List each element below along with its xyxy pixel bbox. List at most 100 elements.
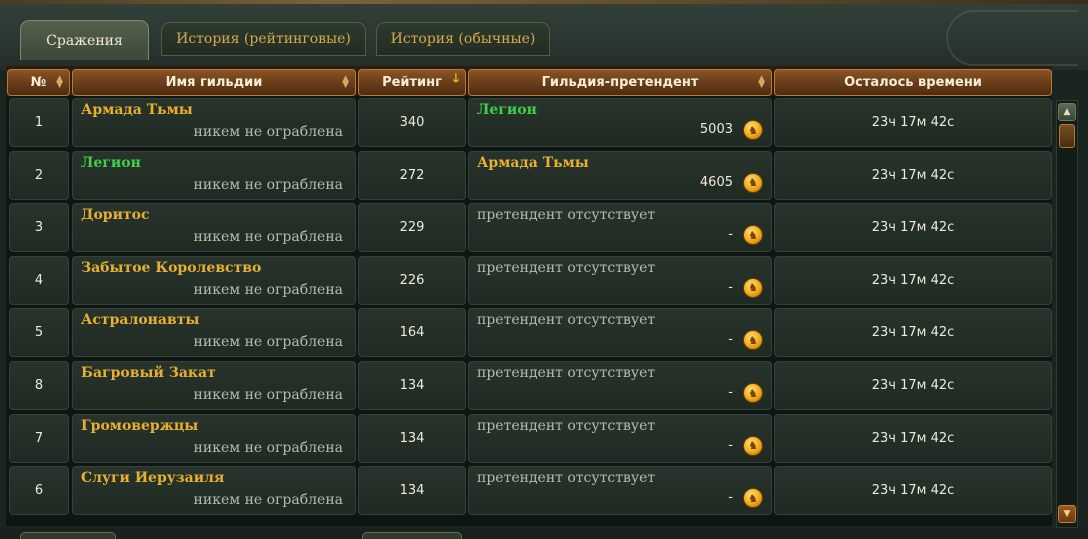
row-number: 3: [34, 220, 44, 236]
table-row[interactable]: 7 Громовержцы никем не ограблена 134 пре…: [6, 412, 1052, 463]
guild-name[interactable]: Легион: [81, 155, 141, 171]
bid-value: 4605: [699, 174, 733, 190]
robbed-status: никем не ограблена: [193, 334, 343, 351]
cell-guild: Забытое Королевство никем не ограблена: [72, 255, 356, 305]
header-rating-label: Рейтинг: [382, 75, 442, 90]
time-remaining: 23ч 17м 42с: [871, 378, 955, 393]
row-number: 6: [34, 483, 44, 499]
guild-name[interactable]: Громовержцы: [81, 418, 198, 434]
robbed-status: никем не ограблена: [193, 229, 343, 246]
rating-value: 272: [399, 167, 425, 183]
table-row[interactable]: 8 Багровый Закат никем не ограблена 134 …: [6, 359, 1052, 410]
cell-time: 23ч 17м 42с: [774, 413, 1052, 463]
scrollbar-thumb[interactable]: [1059, 124, 1075, 148]
sort-arrows-icon: ▲ ▼: [342, 74, 349, 90]
rating-value: 226: [399, 272, 425, 288]
cell-time: 23ч 17м 42с: [774, 361, 1052, 410]
row-number: 2: [34, 167, 44, 183]
guild-name[interactable]: Слуги Иерузаиля: [81, 470, 224, 486]
bid-value: -: [728, 332, 733, 348]
cell-num: 2: [9, 150, 69, 200]
tab-battles[interactable]: Сражения: [20, 20, 149, 60]
bid-value: -: [728, 279, 733, 295]
guild-name[interactable]: Астралонавты: [81, 312, 199, 328]
table-row[interactable]: 3 Доритос никем не ограблена 229 претенд…: [6, 201, 1052, 253]
gold-coin-icon[interactable]: ♞: [743, 277, 763, 298]
header-time[interactable]: Осталось времени: [774, 69, 1052, 96]
tab-history-rated[interactable]: История (рейтинговые): [161, 22, 366, 56]
cell-time: 23ч 17м 42с: [774, 150, 1052, 200]
time-remaining: 23ч 17м 42с: [871, 430, 955, 446]
table-row[interactable]: 6 Слуги Иерузаиля никем не ограблена 134…: [6, 464, 1052, 516]
challenger-name: претендент отсутствует: [477, 365, 656, 381]
cell-guild: Легион никем не ограблена: [72, 150, 356, 200]
bid-value: -: [728, 227, 733, 243]
header-challenger-label: Гильдия-претендент: [541, 75, 699, 90]
row-number: 4: [34, 272, 44, 288]
header-rating[interactable]: Рейтинг 🡓: [358, 69, 466, 96]
header-challenger[interactable]: Гильдия-претендент ▲ ▼: [468, 69, 772, 96]
cell-challenger: претендент отсутствует - ♞: [468, 308, 772, 358]
gold-coin-icon[interactable]: ♞: [743, 488, 763, 509]
window-bottom: [0, 528, 1088, 539]
cell-num: 1: [9, 98, 69, 147]
bid-value: -: [728, 490, 733, 506]
robbed-status: никем не ограблена: [193, 387, 343, 403]
gold-coin-icon[interactable]: ♞: [743, 120, 763, 140]
header-time-label: Осталось времени: [844, 75, 982, 90]
table-row[interactable]: 4 Забытое Королевство никем не ограблена…: [6, 254, 1052, 305]
cell-guild: Слуги Иерузаиля никем не ограблена: [72, 466, 356, 516]
header-guild[interactable]: Имя гильдии ▲ ▼: [72, 69, 356, 96]
bottom-button[interactable]: [362, 532, 462, 539]
cell-time: 23ч 17м 42с: [774, 308, 1052, 358]
table-row[interactable]: 5 Астралонавты никем не ограблена 164 пр…: [6, 306, 1052, 358]
rating-value: 229: [399, 220, 425, 236]
table-row[interactable]: 2 Легион никем не ограблена 272 Армада Т…: [6, 149, 1052, 200]
row-number: 8: [34, 378, 44, 393]
guild-name[interactable]: Доритос: [81, 207, 150, 223]
cell-guild: Громовержцы никем не ограблена: [72, 413, 356, 463]
cell-num: 8: [9, 361, 69, 410]
tab-history-normal[interactable]: История (обычные): [376, 22, 550, 56]
bottom-button[interactable]: [20, 532, 116, 539]
cell-num: 5: [9, 308, 69, 358]
challenger-name[interactable]: Легион: [477, 102, 537, 118]
cell-challenger: Легион 5003 ♞: [468, 98, 772, 147]
cell-num: 6: [9, 466, 69, 516]
cell-rating: 272: [358, 150, 466, 200]
gold-coin-icon[interactable]: ♞: [743, 225, 763, 246]
cell-challenger: претендент отсутствует - ♞: [468, 203, 772, 253]
guild-name[interactable]: Забытое Королевство: [81, 260, 261, 276]
cell-challenger: претендент отсутствует - ♞: [468, 361, 772, 410]
cell-rating: 134: [358, 361, 466, 410]
cell-rating: 226: [358, 255, 466, 305]
gold-coin-icon[interactable]: ♞: [743, 383, 763, 403]
robbed-status: никем не ограблена: [193, 492, 343, 509]
cell-time: 23ч 17м 42с: [774, 466, 1052, 516]
cell-challenger: претендент отсутствует - ♞: [468, 466, 772, 516]
cell-guild: Армада Тьмы никем не ограблена: [72, 98, 356, 147]
gold-coin-icon[interactable]: ♞: [743, 172, 763, 193]
header-num[interactable]: № ▲ ▼: [7, 69, 70, 96]
sort-desc-arrow-icon: 🡓: [452, 71, 459, 85]
gold-coin-icon[interactable]: ♞: [743, 330, 763, 351]
cell-time: 23ч 17м 42с: [774, 98, 1052, 147]
table-row[interactable]: 1 Армада Тьмы никем не ограблена 340 Лег…: [6, 96, 1052, 147]
robbed-status: никем не ограблена: [193, 124, 343, 140]
guild-name[interactable]: Армада Тьмы: [81, 102, 193, 118]
cell-time: 23ч 17м 42с: [774, 255, 1052, 305]
cell-num: 3: [9, 203, 69, 253]
scroll-up-arrow-icon[interactable]: ▲: [1058, 103, 1076, 121]
scrollbar[interactable]: [1056, 100, 1078, 528]
cell-guild: Доритос никем не ограблена: [72, 203, 356, 253]
row-number: 7: [34, 430, 44, 446]
scroll-down-arrow-icon[interactable]: ▼: [1058, 505, 1076, 523]
rating-value: 134: [399, 483, 425, 499]
guild-name[interactable]: Багровый Закат: [81, 365, 216, 381]
robbed-status: никем не ограблена: [193, 281, 343, 298]
challenger-name: претендент отсутствует: [477, 259, 656, 276]
challenger-name[interactable]: Армада Тьмы: [477, 155, 589, 171]
tab-label: Сражения: [46, 32, 123, 49]
cell-rating: 134: [358, 413, 466, 463]
gold-coin-icon[interactable]: ♞: [743, 435, 763, 456]
